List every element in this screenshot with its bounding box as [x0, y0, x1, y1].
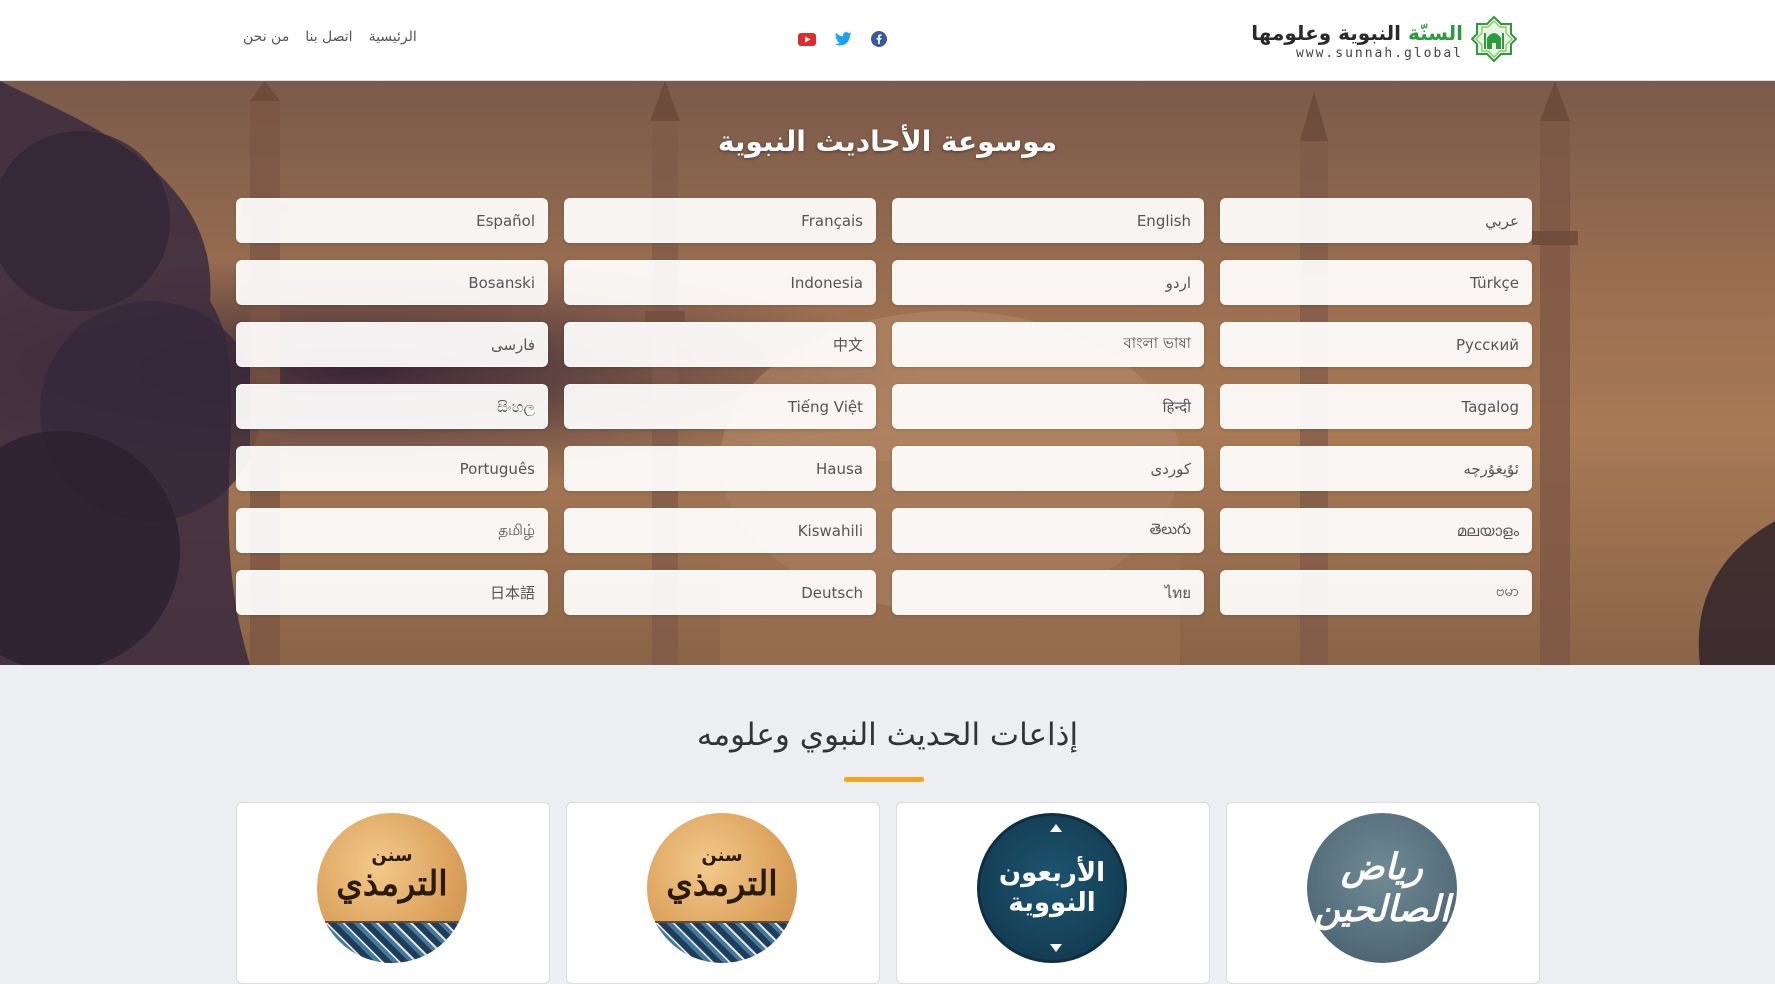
- language-button[interactable]: Türkçe: [1220, 260, 1532, 305]
- language-button[interactable]: 中文: [564, 322, 876, 367]
- arbaeen-nawawi-logo: الأربعون النووية: [977, 813, 1127, 963]
- logo-url: www.sunnah.global: [1295, 45, 1463, 61]
- facebook-icon[interactable]: [869, 29, 889, 49]
- language-button[interactable]: فارسی: [236, 322, 548, 367]
- language-button[interactable]: اردو: [892, 260, 1204, 305]
- site-logo[interactable]: السنّة النبوية وعلومها www.sunnah.global: [1251, 15, 1518, 66]
- language-button[interactable]: Deutsch: [564, 570, 876, 615]
- triangle-down-icon: [1050, 944, 1062, 952]
- radios-section: إذاعات الحديث النبوي وعلومه رياض الصالحي…: [0, 665, 1775, 984]
- hero-section: موسوعة الأحاديث النبوية عربي English Fra…: [0, 81, 1775, 665]
- mosque-emblem-icon: [1470, 15, 1518, 66]
- language-button[interactable]: தமிழ்: [236, 508, 548, 553]
- language-button[interactable]: සිංහල: [236, 384, 548, 429]
- youtube-icon[interactable]: [797, 29, 817, 49]
- language-button[interactable]: عربي: [1220, 198, 1532, 243]
- language-button[interactable]: తెలుగు: [892, 508, 1204, 553]
- radio-card-arbaeen[interactable]: الأربعون النووية: [896, 802, 1210, 984]
- nav-contact-link[interactable]: اتصل بنا: [305, 29, 352, 45]
- language-button[interactable]: ไทย: [892, 570, 1204, 615]
- language-button[interactable]: Bosanski: [236, 260, 548, 305]
- language-button[interactable]: 日本語: [236, 570, 548, 615]
- language-button[interactable]: Hausa: [564, 446, 876, 491]
- logo-title: السنّة النبوية وعلومها: [1251, 20, 1463, 45]
- sunan-tirmidhi-logo: سنن الترمذي: [317, 813, 467, 963]
- language-button[interactable]: Français: [564, 198, 876, 243]
- radio-card-tirmidhi[interactable]: سنن الترمذي: [566, 802, 880, 984]
- hero-title: موسوعة الأحاديث النبوية: [717, 125, 1058, 158]
- language-button[interactable]: Español: [236, 198, 548, 243]
- mosaic-pattern: [647, 921, 797, 963]
- mosaic-pattern: [317, 921, 467, 963]
- triangle-up-icon: [1050, 824, 1062, 832]
- language-button[interactable]: Tagalog: [1220, 384, 1532, 429]
- language-button[interactable]: Indonesia: [564, 260, 876, 305]
- title-underline: [844, 777, 924, 782]
- language-button[interactable]: हिन्दी: [892, 384, 1204, 429]
- radio-card-riyad[interactable]: رياض الصالحين: [1226, 802, 1540, 984]
- radio-card-tirmidhi-2[interactable]: سنن الترمذي: [236, 802, 550, 984]
- language-button[interactable]: کوردی: [892, 446, 1204, 491]
- language-button[interactable]: Русский: [1220, 322, 1532, 367]
- sunan-tirmidhi-logo: سنن الترمذي: [647, 813, 797, 963]
- nav-about-link[interactable]: من نحن: [243, 29, 289, 45]
- language-button[interactable]: മലയാളം: [1220, 508, 1532, 553]
- twitter-icon[interactable]: [833, 29, 853, 49]
- language-button[interactable]: ဗမာ: [1220, 570, 1532, 615]
- language-grid: عربي English Français Español Türkçe ارد…: [236, 198, 1532, 615]
- riyad-salihin-logo: رياض الصالحين: [1307, 813, 1457, 963]
- language-button[interactable]: বাংলা ভাষা: [892, 322, 1204, 367]
- site-header: الرئيسية اتصل بنا من نحن السنّة النبوية …: [0, 0, 1775, 81]
- language-button[interactable]: Português: [236, 446, 548, 491]
- language-button[interactable]: Tiếng Việt: [564, 384, 876, 429]
- radio-cards: رياض الصالحين الأربعون النووية سنن الترم…: [236, 802, 1540, 984]
- language-button[interactable]: Kiswahili: [564, 508, 876, 553]
- social-links: [797, 29, 889, 49]
- language-button[interactable]: English: [892, 198, 1204, 243]
- radios-title: إذاعات الحديث النبوي وعلومه: [696, 717, 1079, 753]
- language-button[interactable]: ئۇيغۇرچە: [1220, 446, 1532, 491]
- top-nav: الرئيسية اتصل بنا من نحن: [243, 29, 417, 45]
- nav-home-link[interactable]: الرئيسية: [369, 29, 417, 45]
